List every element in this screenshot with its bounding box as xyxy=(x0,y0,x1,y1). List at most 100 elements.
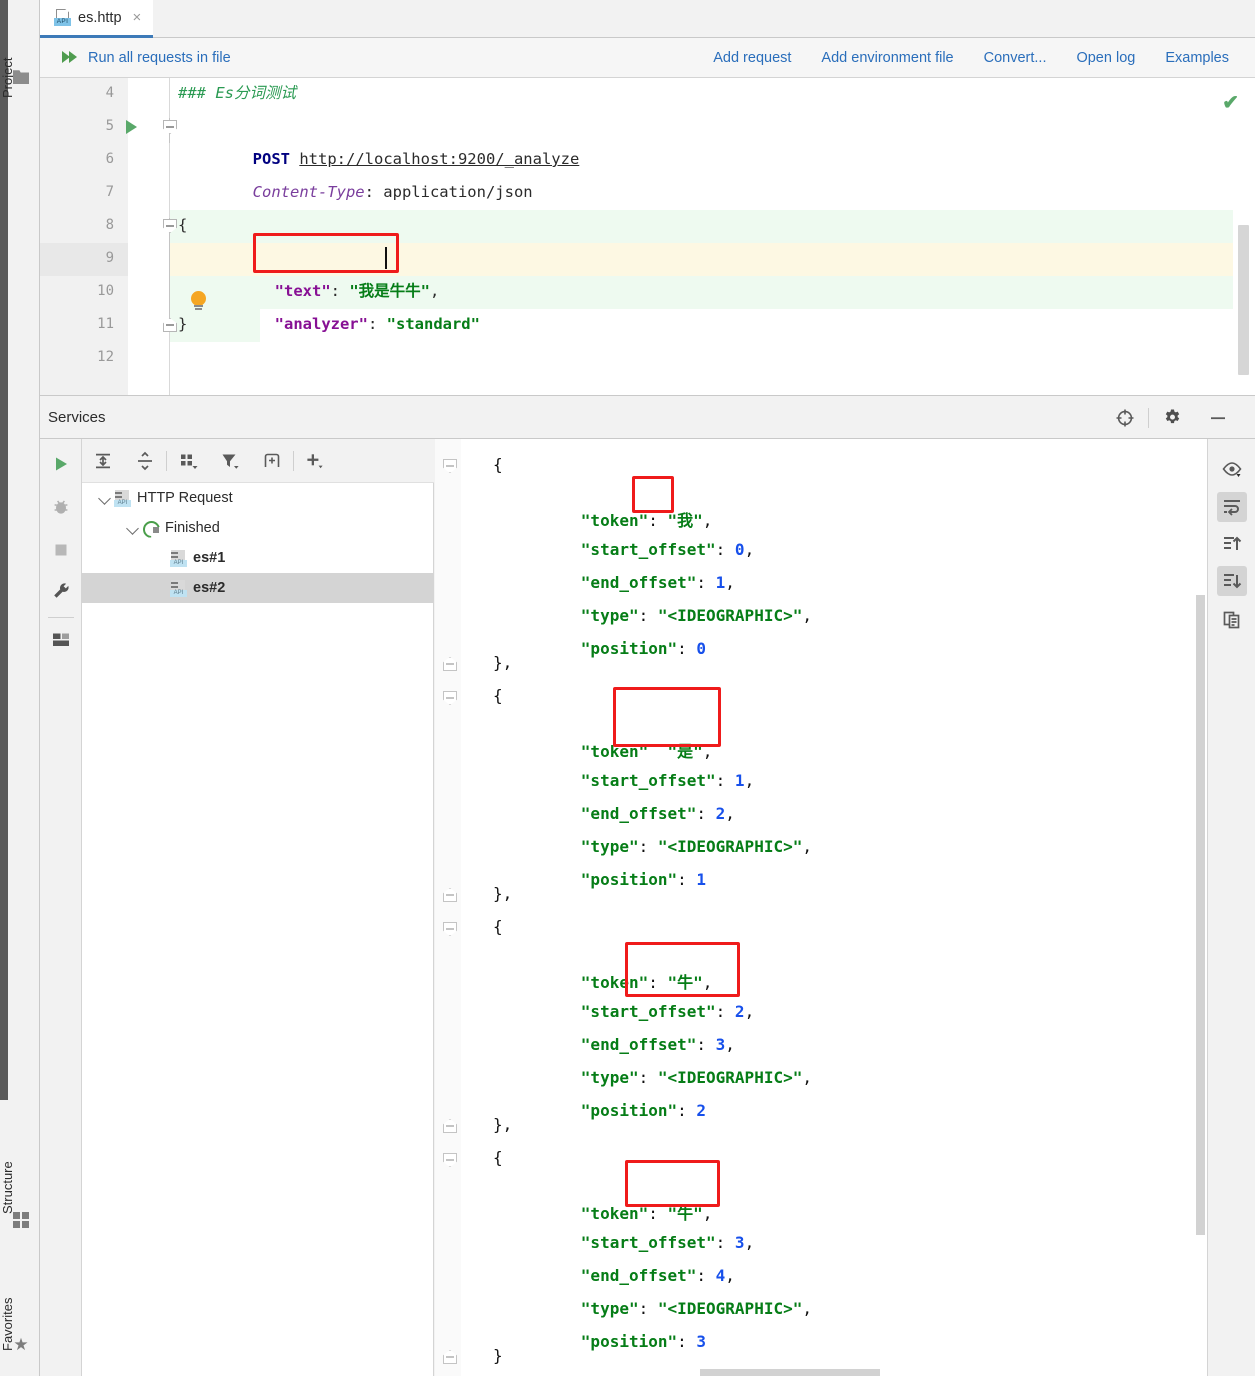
run-all-requests-button[interactable]: Run all requests in file xyxy=(40,50,231,66)
fold-icon[interactable] xyxy=(443,1153,457,1167)
group-by-icon[interactable] xyxy=(167,439,209,483)
fold-icon-request[interactable] xyxy=(163,120,177,134)
tree-row-http-request[interactable]: API HTTP Request xyxy=(82,483,434,513)
plus-icon[interactable] xyxy=(294,439,336,483)
stop-icon[interactable] xyxy=(51,540,71,560)
services-run-toolbar xyxy=(40,439,82,1376)
json-value: 0 xyxy=(696,639,707,658)
json-value: 2 xyxy=(734,1002,745,1021)
soft-wrap-icon[interactable] xyxy=(1217,492,1247,522)
http-request-editor[interactable]: 4 ### Es分词测试 5 POST http://localhost:920… xyxy=(40,78,1255,396)
editor-vertical-scrollbar[interactable] xyxy=(1238,225,1249,375)
minimize-icon[interactable] xyxy=(1195,397,1241,439)
add-tab-icon[interactable] xyxy=(251,439,293,483)
tree-label: es#1 xyxy=(193,550,226,566)
services-tree-panel[interactable]: API HTTP Request Finished API es#1 API e… xyxy=(82,439,434,1376)
examples-link[interactable]: Examples xyxy=(1165,50,1229,66)
console-horizontal-scrollbar[interactable] xyxy=(700,1369,880,1376)
comment-text: ### Es分词测试 xyxy=(178,84,296,102)
http-api-file-icon: API xyxy=(114,489,131,507)
add-environment-file-link[interactable]: Add environment file xyxy=(821,50,953,66)
services-tree-toolbar xyxy=(82,439,434,483)
expand-all-icon[interactable] xyxy=(82,439,124,483)
services-title: Services xyxy=(48,409,106,426)
scroll-to-top-icon[interactable] xyxy=(1217,529,1247,559)
console-sidebar xyxy=(1207,439,1255,1376)
json-open-brace: { xyxy=(493,917,503,936)
tree-row-es-1[interactable]: API es#1 xyxy=(82,543,434,573)
tool-window-project[interactable]: Project xyxy=(0,8,40,98)
fold-icon[interactable] xyxy=(443,1119,457,1133)
comma: , xyxy=(802,1068,812,1087)
colon: : xyxy=(677,639,697,658)
tree-row-es-2[interactable]: API es#2 xyxy=(82,573,434,603)
line-number: 11 xyxy=(97,316,114,332)
debug-icon[interactable] xyxy=(51,497,71,517)
convert-link[interactable]: Convert... xyxy=(984,50,1047,66)
json-close-brace: }, xyxy=(493,884,513,903)
tool-window-structure[interactable]: Structure xyxy=(0,1118,40,1214)
open-log-link[interactable]: Open log xyxy=(1076,50,1135,66)
fold-icon[interactable] xyxy=(443,459,457,473)
run-icon[interactable] xyxy=(51,454,71,474)
json-value: 2 xyxy=(696,1101,707,1120)
json-value: 1 xyxy=(734,771,745,790)
json-value: 1 xyxy=(696,870,707,889)
structure-icon xyxy=(13,1212,29,1228)
chevron-down-icon[interactable] xyxy=(124,519,142,537)
line-number: 12 xyxy=(97,349,114,365)
http-api-file-icon: API xyxy=(54,9,71,26)
line-number: 4 xyxy=(105,85,114,101)
editor-tab-es-http[interactable]: API es.http × xyxy=(40,0,154,38)
fold-icon[interactable] xyxy=(443,1350,457,1364)
left-rail-top xyxy=(0,0,8,1100)
services-header-icons xyxy=(1102,397,1255,439)
locate-target-icon[interactable] xyxy=(1102,397,1148,439)
line-number: 5 xyxy=(105,118,114,134)
fold-icon[interactable] xyxy=(443,657,457,671)
json-property-position: "position": 0 xyxy=(523,620,706,677)
eye-preview-icon[interactable] xyxy=(1217,455,1247,485)
json-key: "position" xyxy=(580,870,678,889)
layout-icon[interactable] xyxy=(51,630,71,650)
run-request-icon[interactable] xyxy=(126,120,137,134)
close-icon[interactable]: × xyxy=(133,9,142,26)
comma: , xyxy=(744,1002,755,1021)
fold-icon-body[interactable] xyxy=(163,219,177,233)
inspection-ok-checkmark-icon[interactable]: ✔ xyxy=(1222,90,1239,115)
wrench-icon[interactable] xyxy=(51,581,71,601)
json-close-brace: }, xyxy=(493,653,513,672)
text-caret xyxy=(385,247,387,269)
request-toolbar: Run all requests in file Add request Add… xyxy=(40,38,1255,78)
fold-icon[interactable] xyxy=(443,922,457,936)
copy-icon[interactable] xyxy=(1217,605,1247,635)
json-value: 0 xyxy=(734,540,745,559)
tree-row-finished[interactable]: Finished xyxy=(82,513,434,543)
json-open-brace: { xyxy=(178,216,188,234)
chevron-down-icon[interactable] xyxy=(96,489,114,507)
tree-label: es#2 xyxy=(193,580,226,596)
response-console[interactable]: { "token": "我", "start_offset": 0, "end_… xyxy=(435,439,1213,1376)
line-number: 9 xyxy=(105,250,114,266)
gear-icon[interactable] xyxy=(1149,397,1195,439)
scroll-to-end-icon[interactable] xyxy=(1217,566,1247,596)
json-close-brace: } xyxy=(178,315,188,333)
fold-icon[interactable] xyxy=(443,691,457,705)
tree-label: HTTP Request xyxy=(137,490,233,506)
add-request-link[interactable]: Add request xyxy=(713,50,791,66)
tab-title: es.http xyxy=(78,9,122,26)
json-close-brace: } xyxy=(493,1346,503,1365)
fold-icon-body-end[interactable] xyxy=(163,318,177,332)
colon: : xyxy=(677,870,697,889)
editor-line: 4 ### Es分词测试 xyxy=(40,78,1255,110)
console-vertical-scrollbar[interactable] xyxy=(1196,595,1205,1235)
comma: , xyxy=(744,771,755,790)
editor-line: 5 POST http://localhost:9200/_analyze xyxy=(40,110,1255,168)
collapse-all-icon[interactable] xyxy=(124,439,166,483)
editor-line: 7 xyxy=(40,176,1255,209)
editor-line: 10 "analyzer": "standard" xyxy=(40,275,1255,333)
filter-icon[interactable] xyxy=(209,439,251,483)
fold-icon[interactable] xyxy=(443,888,457,902)
editor-line: 11 } xyxy=(40,308,1255,341)
comma: , xyxy=(802,606,812,625)
